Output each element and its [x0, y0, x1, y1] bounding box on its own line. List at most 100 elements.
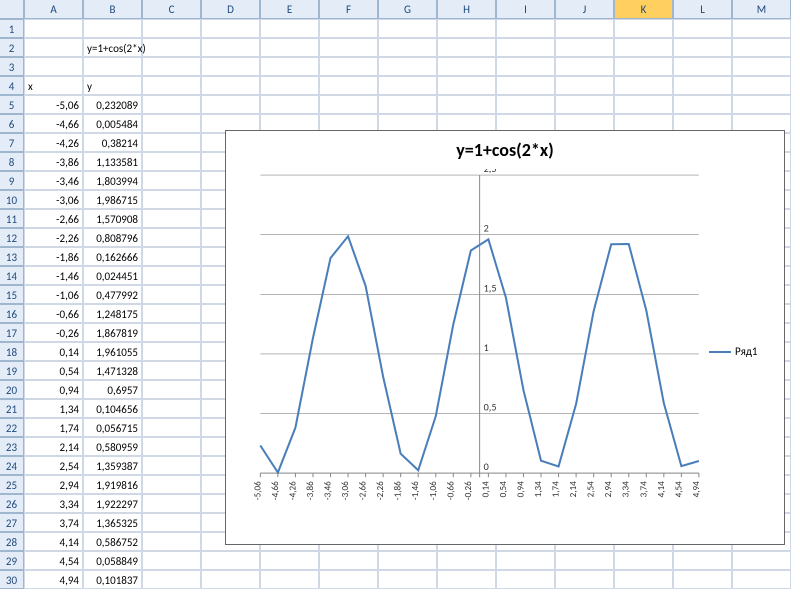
cell-K29[interactable]	[614, 551, 673, 570]
cell-C11[interactable]	[142, 209, 201, 228]
col-header-K[interactable]: K	[614, 0, 673, 19]
cell-B28[interactable]: 0,586752	[83, 532, 142, 551]
col-header-F[interactable]: F	[319, 0, 378, 19]
row-header-21[interactable]: 21	[0, 399, 24, 418]
cell-I3[interactable]	[496, 57, 555, 76]
cell-B5[interactable]: 0,232089	[83, 95, 142, 114]
cell-B30[interactable]: 0,101837	[83, 570, 142, 589]
cell-H5[interactable]	[437, 95, 496, 114]
row-header-14[interactable]: 14	[0, 266, 24, 285]
cell-B21[interactable]: 0,104656	[83, 399, 142, 418]
cell-L4[interactable]	[673, 76, 732, 95]
cell-C12[interactable]	[142, 228, 201, 247]
cell-J2[interactable]	[555, 38, 614, 57]
cell-L3[interactable]	[673, 57, 732, 76]
row-header-10[interactable]: 10	[0, 190, 24, 209]
cell-D4[interactable]	[201, 76, 260, 95]
cell-A30[interactable]: 4,94	[24, 570, 83, 589]
cell-B12[interactable]: 0,808796	[83, 228, 142, 247]
cell-B24[interactable]: 1,359387	[83, 456, 142, 475]
cell-I4[interactable]	[496, 76, 555, 95]
col-header-J[interactable]: J	[555, 0, 614, 19]
cell-G1[interactable]	[378, 19, 437, 38]
row-header-19[interactable]: 19	[0, 361, 24, 380]
row-header-26[interactable]: 26	[0, 494, 24, 513]
cell-A17[interactable]: -0,26	[24, 323, 83, 342]
cell-M2[interactable]	[732, 38, 791, 57]
cell-M1[interactable]	[732, 19, 791, 38]
cell-C21[interactable]	[142, 399, 201, 418]
cell-H1[interactable]	[437, 19, 496, 38]
cell-C10[interactable]	[142, 190, 201, 209]
cell-A10[interactable]: -3,06	[24, 190, 83, 209]
row-header-11[interactable]: 11	[0, 209, 24, 228]
cell-B13[interactable]: 0,162666	[83, 247, 142, 266]
cell-B17[interactable]: 1,867819	[83, 323, 142, 342]
row-header-3[interactable]: 3	[0, 57, 24, 76]
col-header-B[interactable]: B	[83, 0, 142, 19]
cell-A16[interactable]: -0,66	[24, 304, 83, 323]
cell-C20[interactable]	[142, 380, 201, 399]
cell-L1[interactable]	[673, 19, 732, 38]
cell-C29[interactable]	[142, 551, 201, 570]
cell-C30[interactable]	[142, 570, 201, 589]
row-header-5[interactable]: 5	[0, 95, 24, 114]
row-header-1[interactable]: 1	[0, 19, 24, 38]
col-header-I[interactable]: I	[496, 0, 555, 19]
row-header-22[interactable]: 22	[0, 418, 24, 437]
cell-G5[interactable]	[378, 95, 437, 114]
cell-G29[interactable]	[378, 551, 437, 570]
cell-D29[interactable]	[201, 551, 260, 570]
col-header-M[interactable]: M	[732, 0, 791, 19]
cell-A20[interactable]: 0,94	[24, 380, 83, 399]
cell-A5[interactable]: -5,06	[24, 95, 83, 114]
cell-A3[interactable]	[24, 57, 83, 76]
cell-C26[interactable]	[142, 494, 201, 513]
cell-E1[interactable]	[260, 19, 319, 38]
cell-E30[interactable]	[260, 570, 319, 589]
cell-B3[interactable]	[83, 57, 142, 76]
cell-I29[interactable]	[496, 551, 555, 570]
row-header-28[interactable]: 28	[0, 532, 24, 551]
cell-A25[interactable]: 2,94	[24, 475, 83, 494]
cell-B6[interactable]: 0,005484	[83, 114, 142, 133]
cell-A22[interactable]: 1,74	[24, 418, 83, 437]
cell-A19[interactable]: 0,54	[24, 361, 83, 380]
cell-J30[interactable]	[555, 570, 614, 589]
cell-K5[interactable]	[614, 95, 673, 114]
row-header-12[interactable]: 12	[0, 228, 24, 247]
cell-B25[interactable]: 1,919816	[83, 475, 142, 494]
cell-J3[interactable]	[555, 57, 614, 76]
cell-A11[interactable]: -2,66	[24, 209, 83, 228]
col-header-E[interactable]: E	[260, 0, 319, 19]
cell-K3[interactable]	[614, 57, 673, 76]
cell-F3[interactable]	[319, 57, 378, 76]
cell-I5[interactable]	[496, 95, 555, 114]
cell-M3[interactable]	[732, 57, 791, 76]
cell-C13[interactable]	[142, 247, 201, 266]
cell-E2[interactable]	[260, 38, 319, 57]
cell-G2[interactable]	[378, 38, 437, 57]
col-header-H[interactable]: H	[437, 0, 496, 19]
select-all-corner[interactable]	[0, 0, 24, 19]
col-header-L[interactable]: L	[673, 0, 732, 19]
cell-B2[interactable]: y=1+cos(2*x)	[83, 38, 142, 57]
cell-B27[interactable]: 1,365325	[83, 513, 142, 532]
cell-A24[interactable]: 2,54	[24, 456, 83, 475]
cell-A7[interactable]: -4,26	[24, 133, 83, 152]
cell-L2[interactable]	[673, 38, 732, 57]
row-header-9[interactable]: 9	[0, 171, 24, 190]
cell-H30[interactable]	[437, 570, 496, 589]
cell-K4[interactable]	[614, 76, 673, 95]
cell-M29[interactable]	[732, 551, 791, 570]
cell-B19[interactable]: 1,471328	[83, 361, 142, 380]
cell-B8[interactable]: 1,133581	[83, 152, 142, 171]
cell-F2[interactable]	[319, 38, 378, 57]
cell-C5[interactable]	[142, 95, 201, 114]
cell-C23[interactable]	[142, 437, 201, 456]
cell-H3[interactable]	[437, 57, 496, 76]
col-header-A[interactable]: A	[24, 0, 83, 19]
cell-D3[interactable]	[201, 57, 260, 76]
cell-A9[interactable]: -3,46	[24, 171, 83, 190]
cell-L30[interactable]	[673, 570, 732, 589]
